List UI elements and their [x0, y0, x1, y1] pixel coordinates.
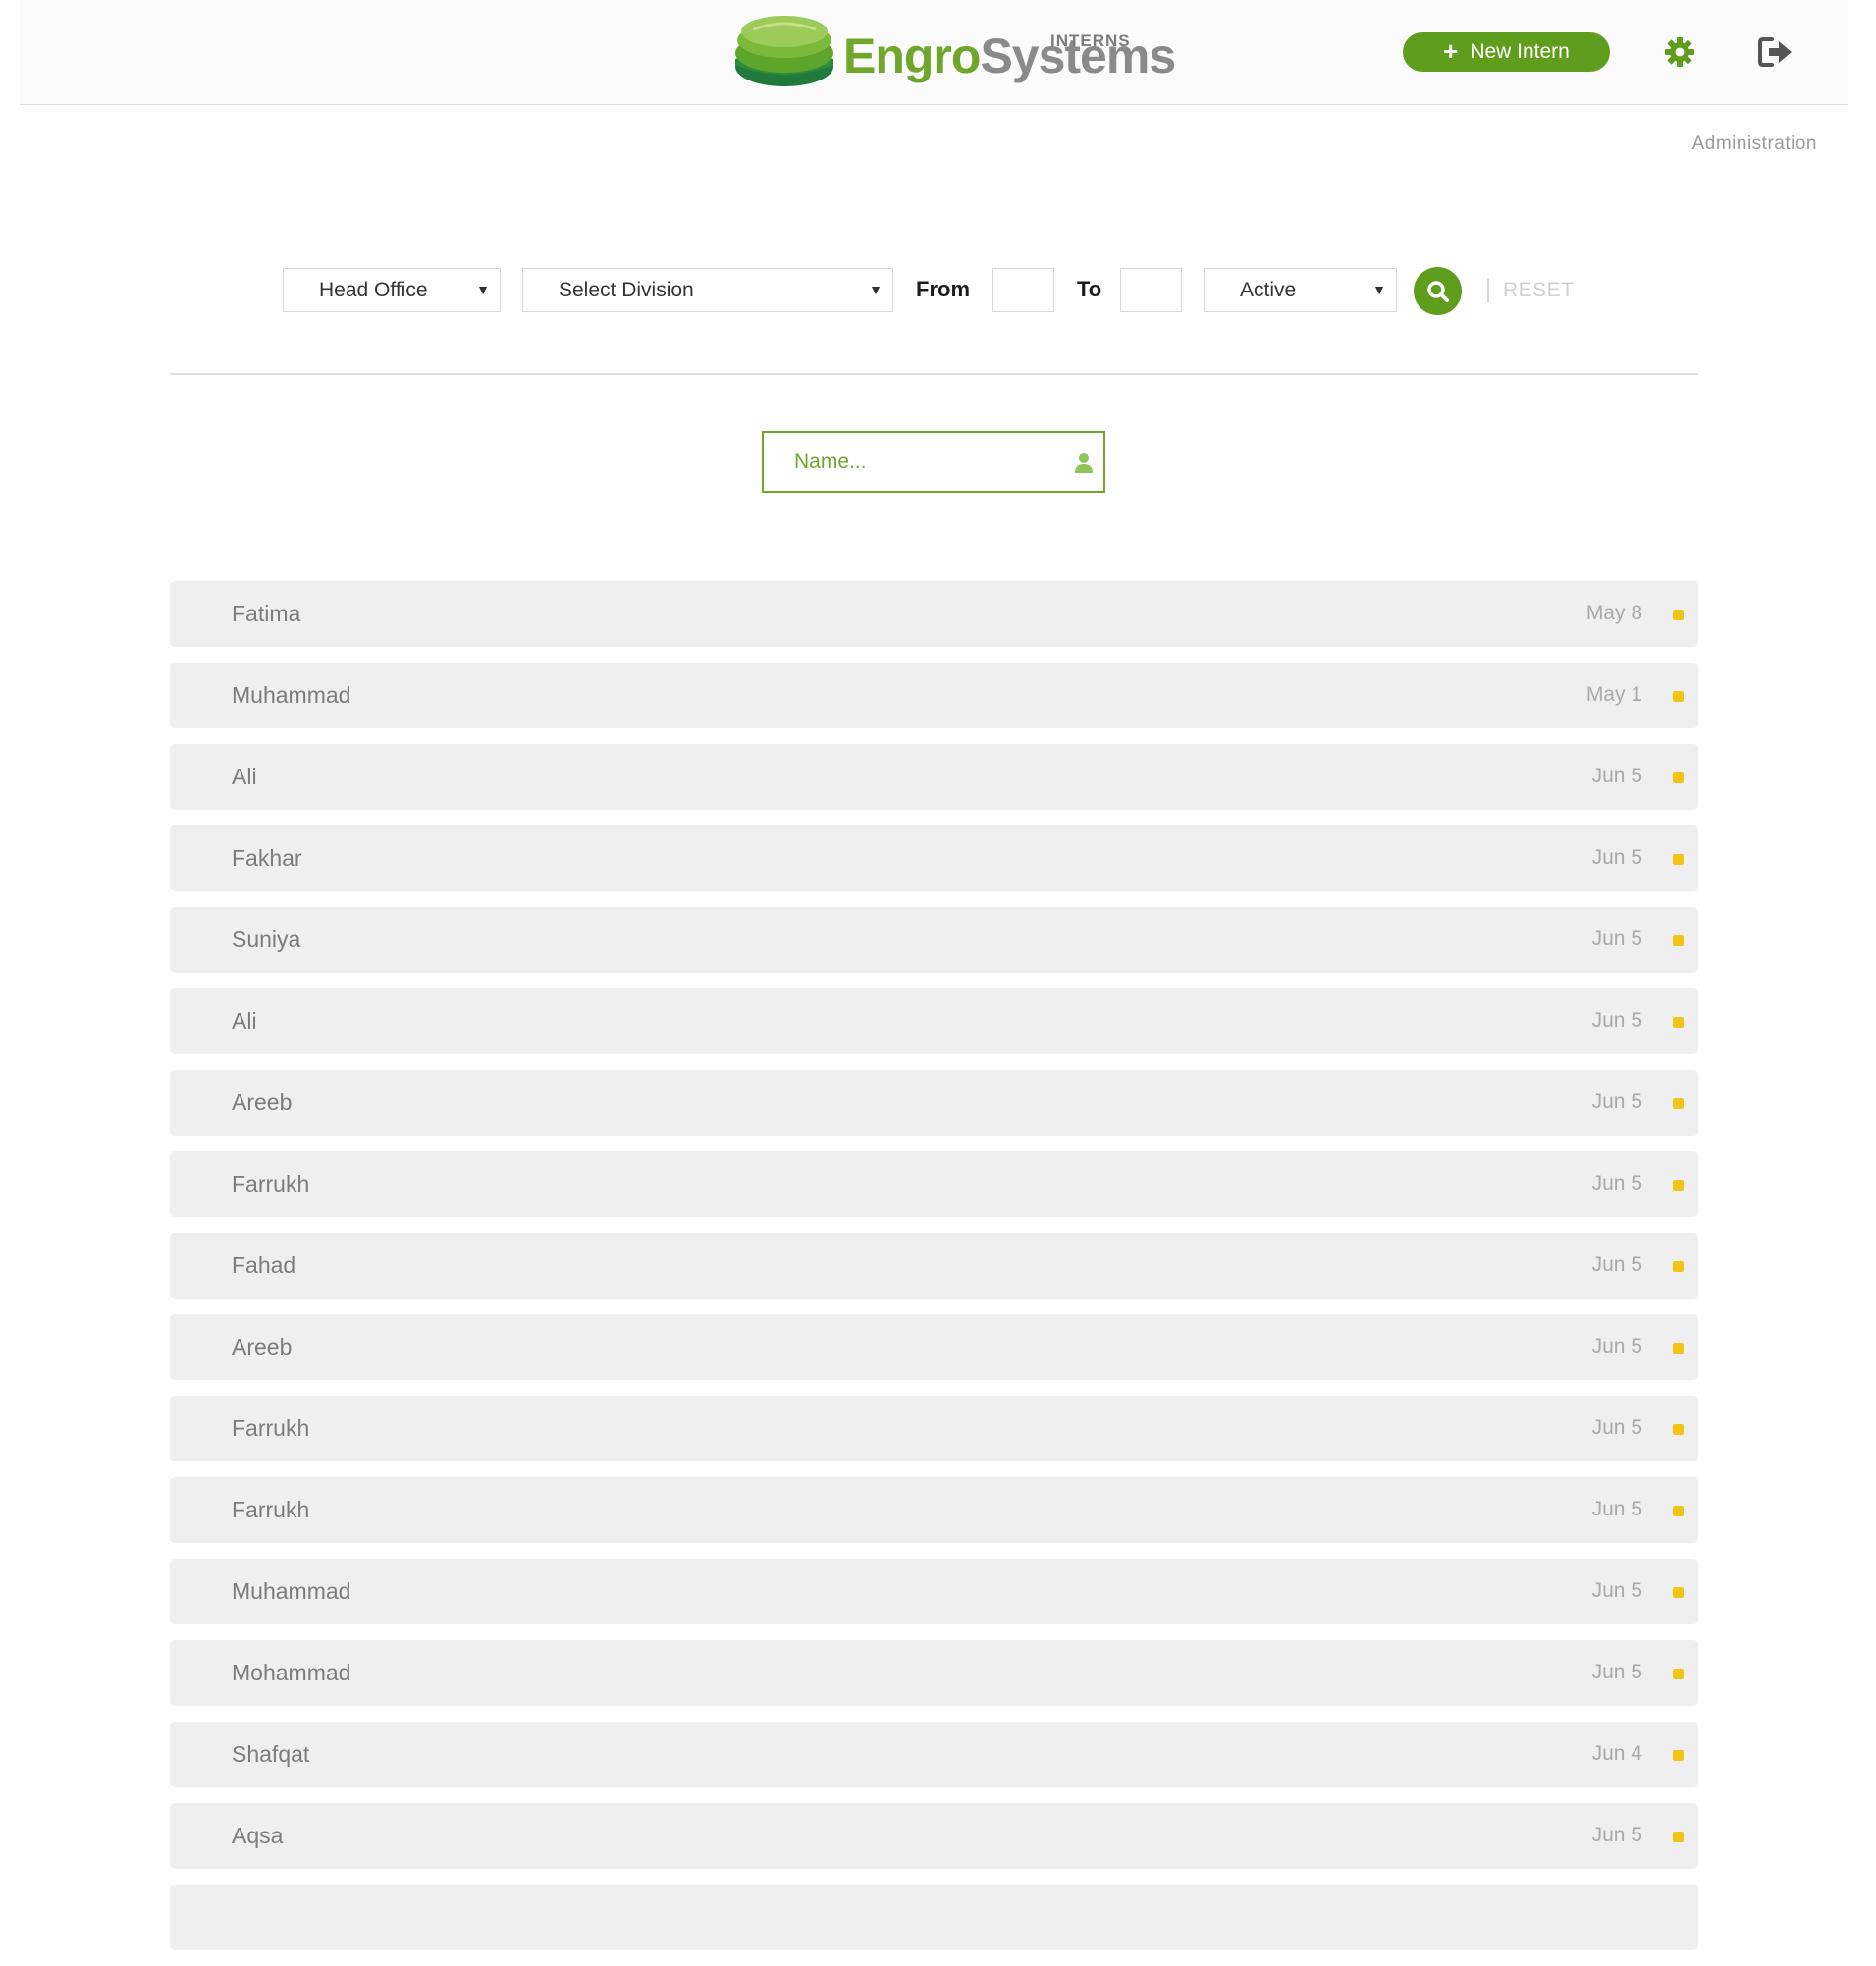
logo-tag-interns: INTERNS: [1050, 31, 1131, 50]
division-select-value: Select Division: [559, 278, 694, 301]
name-search-box: [762, 431, 1105, 493]
intern-row[interactable]: Fakhar Jun 5: [170, 825, 1698, 891]
search-icon: [1426, 280, 1449, 302]
engro-systems-logo[interactable]: EngroSystems INTERNS: [733, 14, 1176, 92]
reset-link[interactable]: RESET: [1503, 279, 1575, 302]
intern-date: Jun 5: [1591, 1661, 1642, 1683]
status-indicator: [1673, 1587, 1684, 1598]
intern-name: Areeb: [232, 1089, 293, 1115]
intern-name: Aqsa: [232, 1823, 284, 1848]
gear-icon[interactable]: [1663, 35, 1696, 69]
intern-name: Muhammad: [232, 1578, 351, 1604]
intern-name: Fakhar: [232, 845, 302, 871]
to-label: To: [1077, 277, 1102, 301]
intern-row[interactable]: Aqsa Jun 5: [170, 1803, 1698, 1869]
intern-name: Suniya: [232, 927, 301, 952]
intern-row[interactable]: Suniya Jun 5: [170, 907, 1698, 973]
administration-link[interactable]: Administration: [1692, 133, 1817, 155]
top-header: EngroSystems INTERNS + New Intern: [20, 0, 1848, 105]
chevron-down-icon: ▼: [476, 282, 490, 297]
status-indicator: [1673, 935, 1684, 946]
chevron-down-icon: ▼: [1372, 282, 1386, 297]
status-indicator: [1673, 772, 1684, 783]
status-indicator: [1673, 1750, 1684, 1761]
intern-row[interactable]: Shafqat Jun 4: [170, 1722, 1698, 1787]
intern-list: Fatima May 8 Muhammad May 1 Ali Jun 5 Fakhar Ju…: [170, 581, 1698, 1966]
intern-row[interactable]: Areeb Jun 5: [170, 1070, 1698, 1136]
from-date-input[interactable]: [992, 268, 1054, 312]
intern-date: Jun 5: [1591, 765, 1642, 787]
status-indicator: [1673, 1424, 1684, 1435]
intern-row[interactable]: Muhammad Jun 5: [170, 1559, 1698, 1624]
status-indicator: [1673, 1017, 1684, 1028]
intern-name: Ali: [232, 1008, 257, 1034]
intern-date: Jun 5: [1591, 1824, 1642, 1846]
intern-date: Jun 5: [1591, 1253, 1642, 1276]
sign-out-icon[interactable]: [1758, 36, 1794, 68]
intern-date: Jun 5: [1591, 1335, 1642, 1357]
intern-row[interactable]: Muhammad May 1: [170, 663, 1698, 728]
layers-logo-icon: [735, 16, 833, 86]
intern-name: Fahad: [232, 1252, 296, 1278]
intern-date: Jun 5: [1591, 1416, 1642, 1439]
status-indicator: [1673, 691, 1684, 702]
intern-date: Jun 5: [1591, 1172, 1642, 1195]
logo-word-engro: Engro: [843, 28, 981, 83]
intern-date: Jun 5: [1591, 1009, 1642, 1032]
status-indicator: [1673, 1669, 1684, 1679]
status-indicator: [1673, 1832, 1684, 1842]
intern-name: Farrukh: [232, 1415, 310, 1441]
status-indicator: [1673, 610, 1684, 620]
filter-separator: [1487, 278, 1489, 302]
intern-date: May 8: [1585, 602, 1642, 624]
intern-date: May 1: [1585, 683, 1642, 706]
intern-name: Areeb: [232, 1334, 293, 1359]
name-search-input[interactable]: [792, 433, 1067, 491]
intern-row[interactable]: Mohammad Jun 5: [170, 1640, 1698, 1706]
intern-date: Jun 5: [1591, 1498, 1642, 1520]
intern-row[interactable]: [170, 1885, 1698, 1950]
status-select-value: Active: [1240, 278, 1297, 301]
intern-row[interactable]: Ali Jun 5: [170, 744, 1698, 810]
intern-date: Jun 5: [1591, 928, 1642, 950]
status-indicator: [1673, 1506, 1684, 1516]
status-indicator: [1673, 854, 1684, 865]
intern-date: Jun 5: [1591, 1579, 1642, 1602]
intern-row[interactable]: Farrukh Jun 5: [170, 1151, 1698, 1217]
intern-date: Jun 5: [1591, 1090, 1642, 1113]
intern-name: Muhammad: [232, 682, 351, 708]
new-intern-label: New Intern: [1470, 40, 1570, 63]
intern-row[interactable]: Farrukh Jun 5: [170, 1396, 1698, 1461]
to-date-input[interactable]: [1120, 268, 1182, 312]
intern-row[interactable]: Ali Jun 5: [170, 988, 1698, 1054]
from-label: From: [916, 277, 970, 301]
office-select-value: Head Office: [319, 278, 428, 301]
intern-date: Jun 5: [1591, 846, 1642, 869]
new-intern-button[interactable]: + New Intern: [1403, 32, 1610, 72]
status-indicator: [1673, 1180, 1684, 1191]
chevron-down-icon: ▼: [869, 282, 883, 297]
division-select[interactable]: Select Division ▼: [522, 268, 893, 312]
status-indicator: [1673, 1343, 1684, 1354]
plus-icon: +: [1443, 35, 1459, 66]
intern-name: Farrukh: [232, 1497, 310, 1522]
intern-name: Ali: [232, 764, 257, 789]
status-indicator: [1673, 1261, 1684, 1272]
intern-row[interactable]: Farrukh Jun 5: [170, 1477, 1698, 1543]
intern-row[interactable]: Fahad Jun 5: [170, 1233, 1698, 1299]
intern-row[interactable]: Fatima May 8: [170, 581, 1698, 647]
intern-name: Fatima: [232, 601, 301, 626]
intern-row[interactable]: Areeb Jun 5: [170, 1314, 1698, 1380]
user-icon: [1075, 453, 1093, 473]
search-button[interactable]: [1414, 267, 1462, 315]
office-select[interactable]: Head Office ▼: [283, 268, 501, 312]
status-select[interactable]: Active ▼: [1204, 268, 1397, 312]
intern-date: Jun 4: [1591, 1742, 1642, 1765]
intern-name: Farrukh: [232, 1171, 310, 1196]
intern-name: Shafqat: [232, 1741, 310, 1767]
status-indicator: [1673, 1098, 1684, 1109]
intern-name: Mohammad: [232, 1660, 351, 1685]
section-divider: [170, 373, 1698, 375]
